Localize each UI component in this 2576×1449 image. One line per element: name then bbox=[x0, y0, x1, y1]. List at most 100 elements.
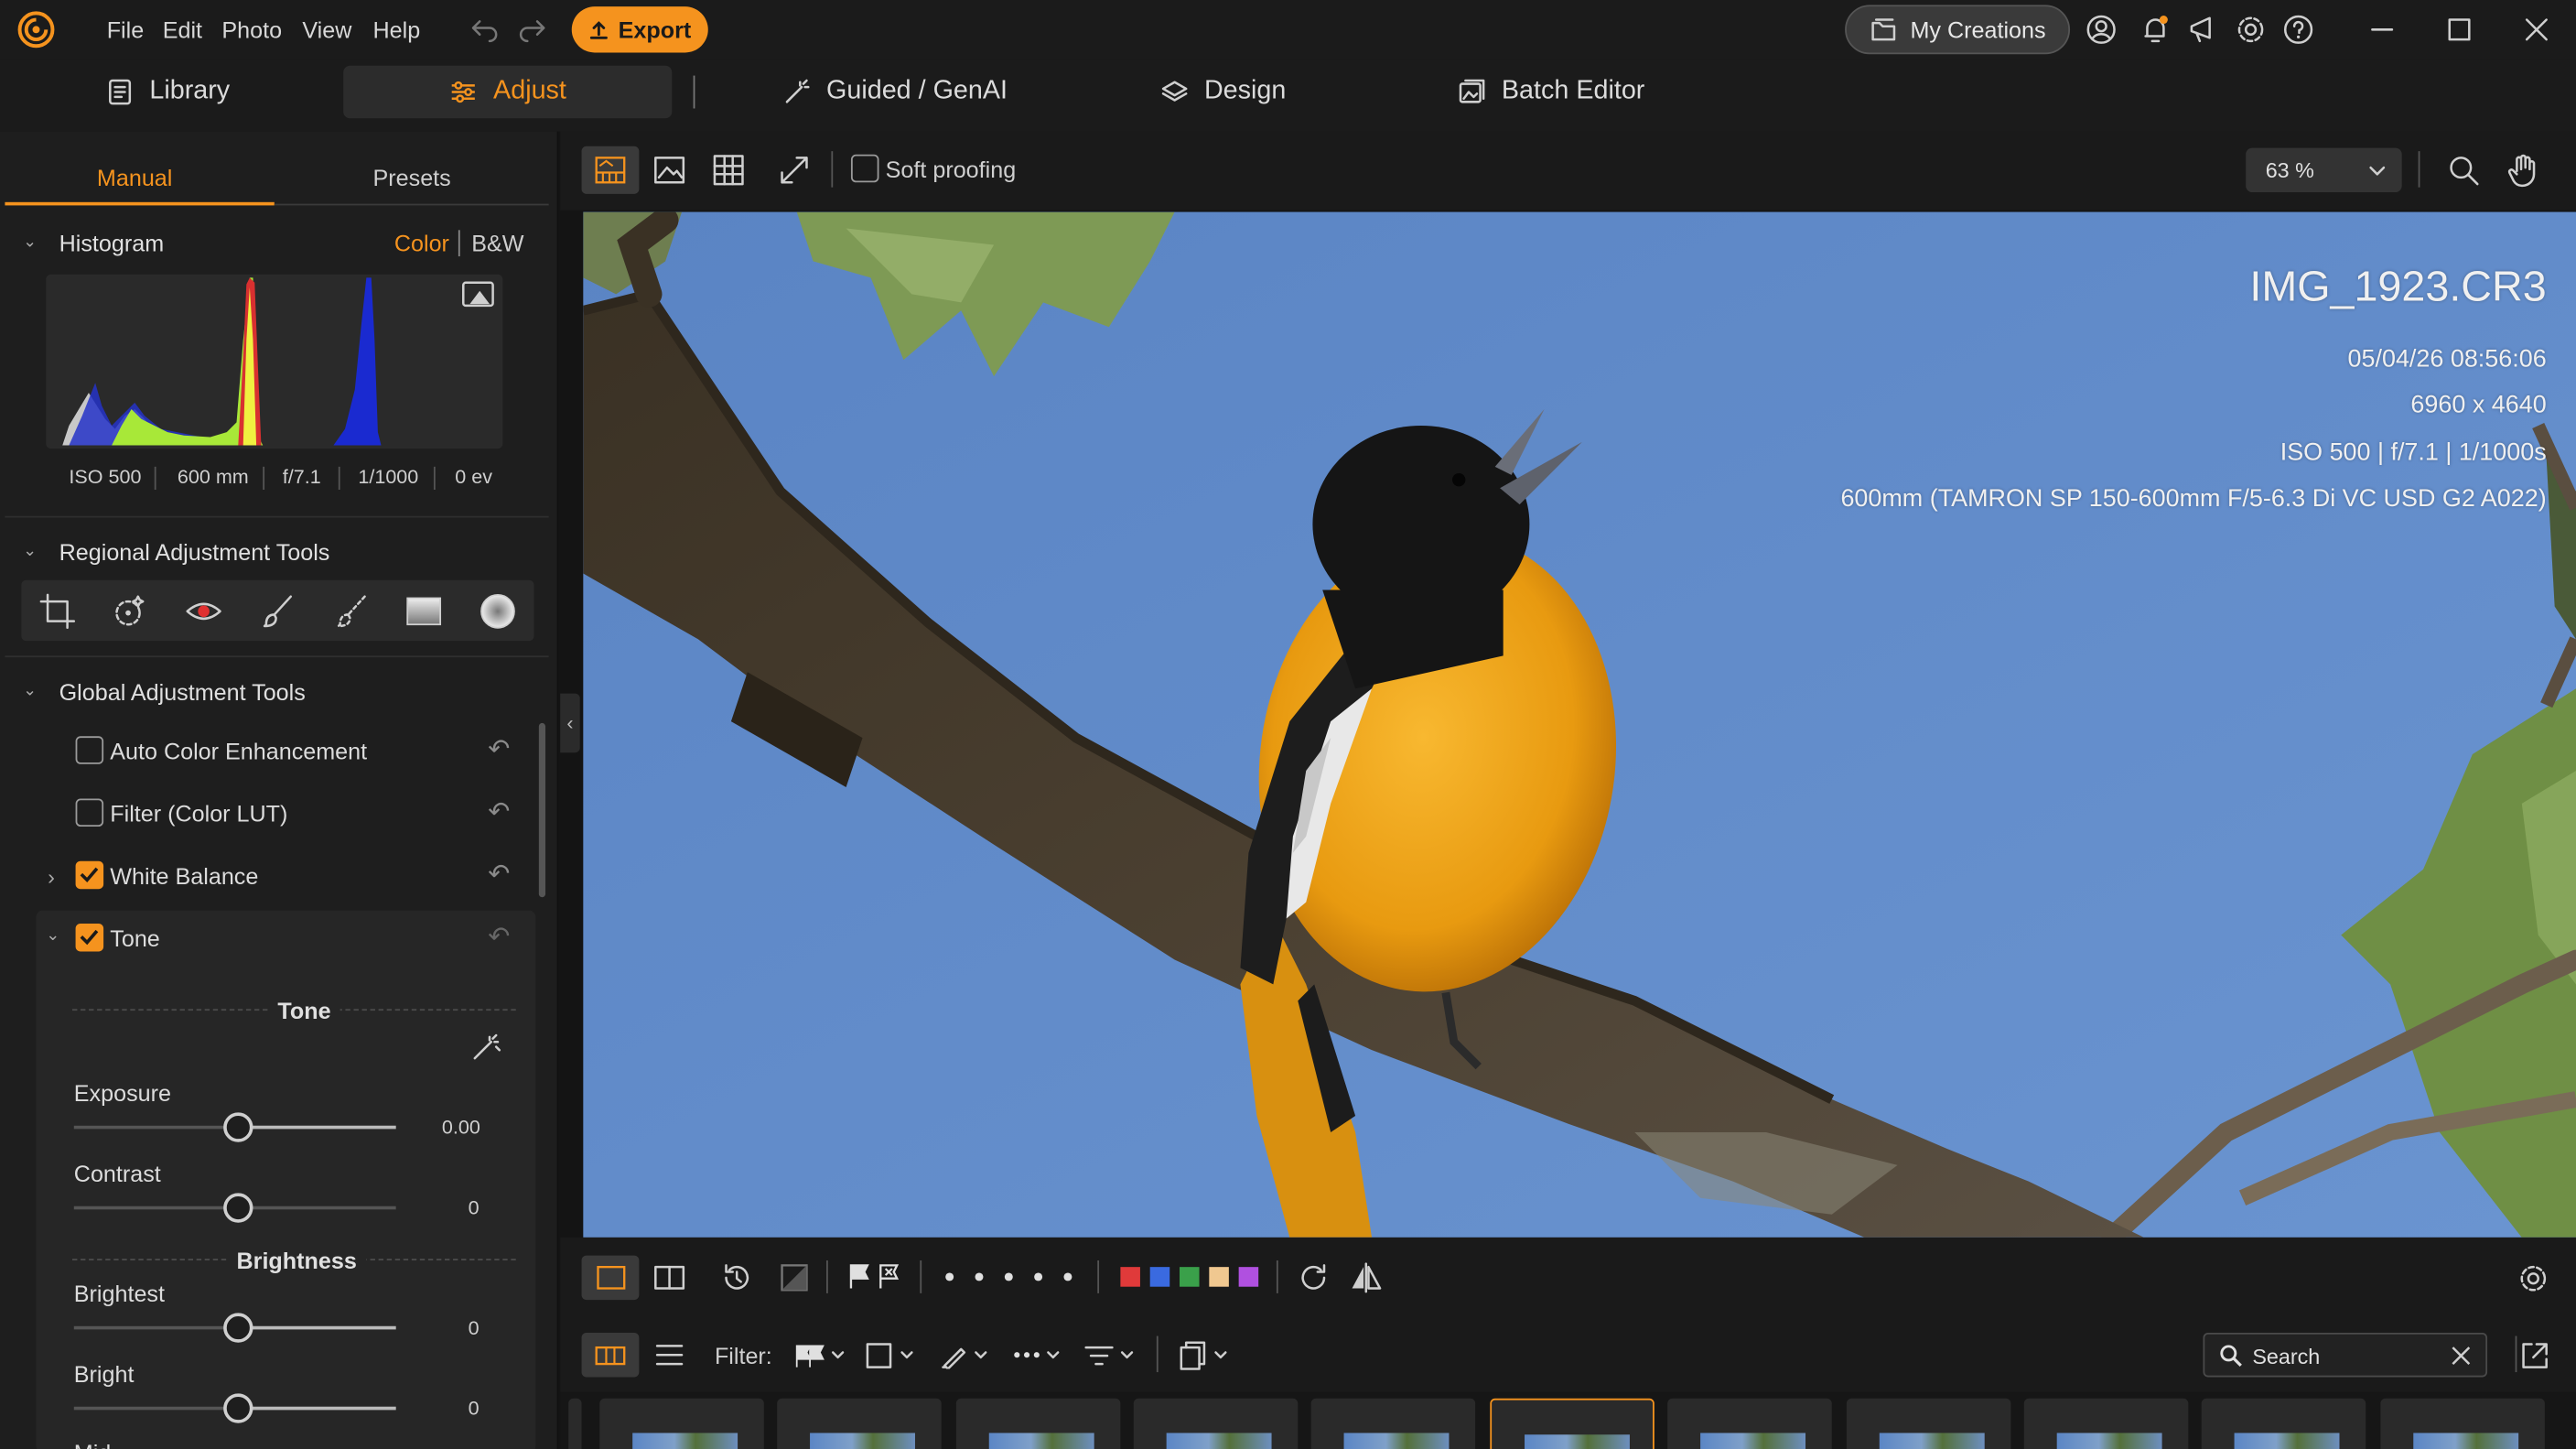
list-mode-icon[interactable] bbox=[654, 1343, 685, 1368]
contrast-value[interactable]: 0 bbox=[469, 1196, 480, 1219]
help-icon[interactable] bbox=[2282, 13, 2315, 46]
bright-value[interactable]: 0 bbox=[469, 1397, 480, 1420]
sort-filter-icon[interactable] bbox=[1083, 1341, 1138, 1369]
white-balance-checkbox[interactable] bbox=[75, 860, 104, 890]
filmstrip-thumbnail[interactable] bbox=[1667, 1398, 1832, 1449]
filter-color-lut-checkbox[interactable] bbox=[75, 798, 104, 827]
soft-proofing-label[interactable]: Soft proofing bbox=[886, 157, 1017, 183]
copy-settings-icon[interactable] bbox=[1178, 1341, 1234, 1370]
filmstrip-thumbnail[interactable] bbox=[1133, 1398, 1299, 1449]
filter-lut-reset-icon[interactable]: ↶ bbox=[488, 795, 510, 828]
subtab-manual[interactable]: Manual bbox=[97, 165, 172, 191]
exposure-slider-knob[interactable] bbox=[223, 1112, 253, 1142]
brush-icon[interactable] bbox=[258, 591, 297, 631]
edit-filter-icon[interactable] bbox=[938, 1341, 994, 1369]
history-icon[interactable] bbox=[721, 1262, 752, 1293]
filmstrip-thumbnail[interactable] bbox=[599, 1398, 764, 1449]
flag-icon[interactable] bbox=[847, 1262, 870, 1291]
single-image-view-icon[interactable] bbox=[654, 157, 685, 185]
clear-search-icon[interactable] bbox=[2450, 1345, 2473, 1368]
red-eye-icon[interactable] bbox=[184, 591, 223, 631]
auto-color-enhancement-checkbox[interactable] bbox=[75, 736, 104, 764]
brightest-value[interactable]: 0 bbox=[469, 1316, 480, 1339]
color-label-tan[interactable] bbox=[1209, 1267, 1229, 1287]
crop-icon[interactable] bbox=[38, 591, 77, 631]
menu-help[interactable]: Help bbox=[373, 16, 421, 43]
tab-design[interactable]: Design bbox=[1159, 66, 1286, 118]
filmstrip-view-button[interactable] bbox=[581, 146, 640, 194]
menu-edit[interactable]: Edit bbox=[163, 16, 202, 43]
maximize-icon[interactable] bbox=[2444, 15, 2474, 44]
regional-collapse-chevron-icon[interactable]: ⌄ bbox=[23, 542, 37, 560]
menu-photo[interactable]: Photo bbox=[221, 16, 282, 43]
filmstrip-thumbnail-selected[interactable] bbox=[1490, 1398, 1654, 1449]
grid-view-icon[interactable] bbox=[713, 155, 744, 186]
global-collapse-chevron-icon[interactable]: ⌄ bbox=[23, 682, 37, 700]
search-input[interactable]: Search bbox=[2203, 1332, 2488, 1378]
color-label-red[interactable] bbox=[1120, 1267, 1140, 1287]
flag-filter-icon[interactable] bbox=[792, 1341, 847, 1369]
tone-checkbox[interactable] bbox=[75, 923, 104, 952]
close-icon[interactable] bbox=[2522, 15, 2551, 44]
menu-view[interactable]: View bbox=[302, 16, 351, 43]
external-link-icon[interactable] bbox=[2518, 1339, 2551, 1372]
histogram-bw-mode[interactable]: B&W bbox=[471, 230, 523, 256]
notifications-icon[interactable] bbox=[2139, 13, 2172, 46]
more-filter-icon[interactable] bbox=[1010, 1341, 1066, 1369]
menu-file[interactable]: File bbox=[107, 16, 145, 43]
settings-gear-icon[interactable] bbox=[2235, 13, 2268, 46]
undo-icon[interactable] bbox=[469, 15, 499, 44]
subtab-presets[interactable]: Presets bbox=[373, 165, 451, 191]
filmstrip-thumbnail[interactable] bbox=[2201, 1398, 2366, 1449]
label-filter-icon[interactable] bbox=[864, 1341, 920, 1369]
unflag-icon[interactable] bbox=[878, 1262, 900, 1291]
white-balance-reset-icon[interactable]: ↶ bbox=[488, 858, 510, 891]
rating-dots[interactable] bbox=[944, 1272, 1076, 1282]
white-balance-expand-chevron-icon[interactable]: › bbox=[48, 864, 55, 889]
linear-gradient-icon[interactable] bbox=[404, 591, 444, 631]
filmstrip-mode-button[interactable] bbox=[581, 1332, 640, 1378]
left-panel-scrollbar[interactable] bbox=[538, 722, 546, 898]
my-creations-button[interactable]: My Creations bbox=[1845, 5, 2071, 55]
histogram-color-mode[interactable]: Color bbox=[394, 230, 449, 256]
auto-color-reset-icon[interactable]: ↶ bbox=[488, 733, 510, 766]
color-label-green[interactable] bbox=[1180, 1267, 1200, 1287]
brightest-slider-knob[interactable] bbox=[223, 1313, 253, 1343]
filmstrip-thumbnail[interactable] bbox=[1310, 1398, 1476, 1449]
filmstrip-thumbnail[interactable] bbox=[568, 1398, 582, 1449]
soft-proofing-checkbox[interactable] bbox=[850, 154, 879, 183]
fullscreen-expand-icon[interactable] bbox=[779, 155, 810, 186]
histogram-expand-icon[interactable] bbox=[460, 279, 496, 308]
contrast-slider-knob[interactable] bbox=[223, 1193, 253, 1223]
rotate-icon[interactable] bbox=[1298, 1262, 1329, 1293]
radial-gradient-icon[interactable] bbox=[478, 591, 517, 631]
collapse-panel-handle[interactable]: ‹ bbox=[560, 693, 580, 753]
redo-icon[interactable] bbox=[518, 15, 547, 44]
single-view-button[interactable] bbox=[581, 1255, 640, 1301]
bright-slider-knob[interactable] bbox=[223, 1393, 253, 1423]
heal-spot-icon[interactable] bbox=[110, 591, 149, 631]
color-label-purple[interactable] bbox=[1238, 1267, 1259, 1287]
filmstrip-thumbnail[interactable] bbox=[777, 1398, 942, 1449]
tone-reset-icon[interactable]: ↶ bbox=[488, 920, 510, 953]
tone-collapse-chevron-icon[interactable]: ⌄ bbox=[46, 927, 59, 946]
tab-adjust[interactable]: Adjust bbox=[343, 65, 673, 119]
tab-guided-genai[interactable]: Guided / GenAI bbox=[782, 66, 1008, 118]
zoom-select[interactable]: 63 % bbox=[2246, 147, 2402, 193]
color-label-blue[interactable] bbox=[1149, 1267, 1170, 1287]
viewer-settings-gear-icon[interactable] bbox=[2517, 1262, 2549, 1295]
account-icon[interactable] bbox=[2085, 13, 2118, 46]
photo-canvas[interactable]: IMG_1923.CR3 05/04/26 08:56:06 6960 x 46… bbox=[583, 211, 2576, 1238]
histogram-collapse-chevron-icon[interactable]: ⌄ bbox=[23, 233, 37, 252]
filmstrip-thumbnail[interactable] bbox=[1846, 1398, 2011, 1449]
minimize-icon[interactable] bbox=[2367, 15, 2397, 44]
pan-hand-icon[interactable] bbox=[2506, 153, 2541, 189]
filmstrip-thumbnail[interactable] bbox=[2023, 1398, 2189, 1449]
filmstrip-thumbnail[interactable] bbox=[2380, 1398, 2545, 1449]
tab-batch-editor[interactable]: Batch Editor bbox=[1457, 66, 1644, 118]
selection-brush-icon[interactable] bbox=[332, 591, 372, 631]
compare-view-icon[interactable] bbox=[654, 1265, 685, 1290]
search-zoom-icon[interactable] bbox=[2448, 155, 2481, 188]
flip-horizontal-icon[interactable] bbox=[1349, 1262, 1384, 1293]
auto-tone-wand-icon[interactable] bbox=[469, 1029, 504, 1065]
